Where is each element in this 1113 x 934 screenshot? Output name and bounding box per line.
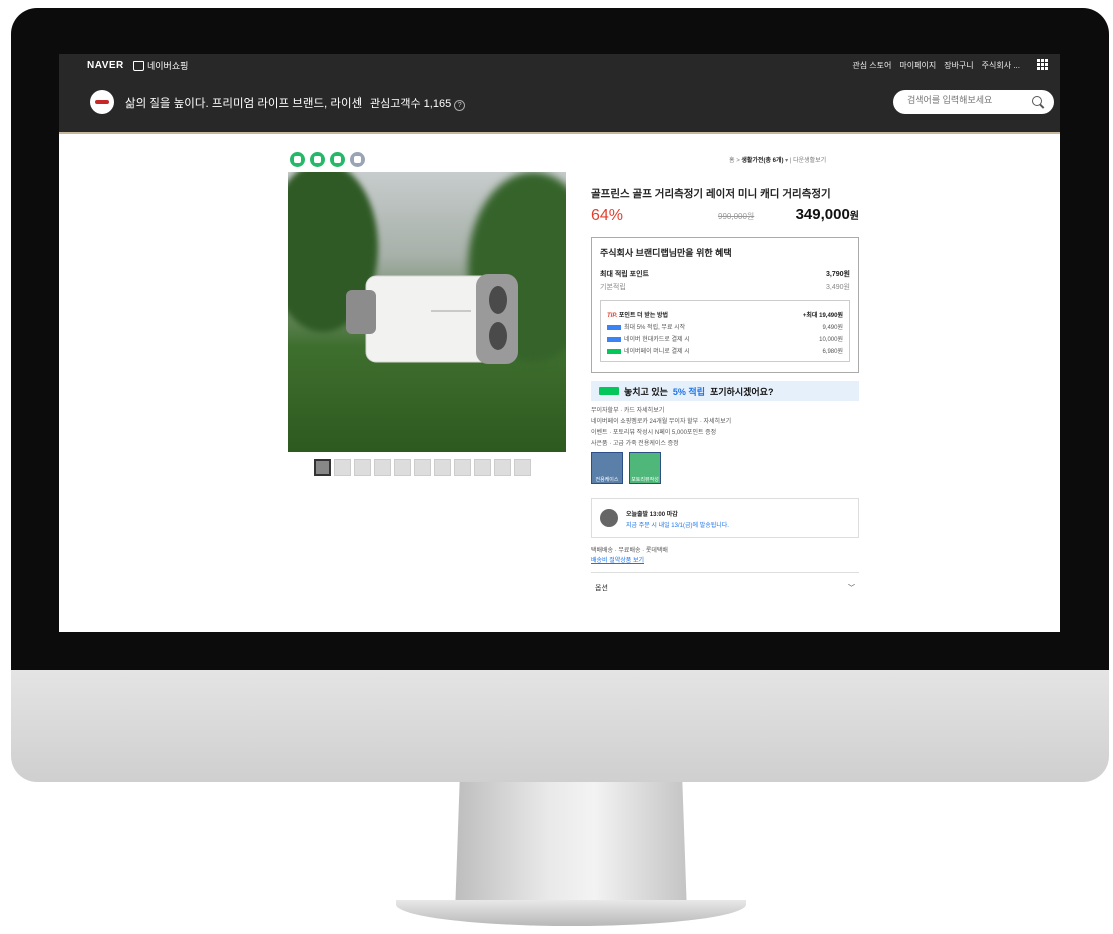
thumbnail[interactable]: [414, 459, 431, 476]
product-image[interactable]: [288, 172, 566, 452]
tip-item-label[interactable]: 네이버 현대카드로 결제 시: [624, 337, 690, 343]
product-title: 골프린스 골프 거리측정기 레이저 미니 캐디 거리측정기: [591, 188, 831, 200]
fans-count: 관심고객수 1,165?: [370, 95, 466, 111]
base-points-value: 3,490원: [826, 284, 850, 291]
tip-item-value: 10,000원: [819, 337, 843, 343]
thumbnail[interactable]: [334, 459, 351, 476]
gnb-cart[interactable]: 장바구니: [944, 60, 973, 71]
breadcrumb: 홈 > 생활가전(총 6개) ▾ | 다운생활보기: [729, 158, 827, 164]
thumbnail-strip: [314, 459, 531, 476]
divider: [359, 96, 360, 108]
breadcrumb-home[interactable]: 홈: [729, 158, 735, 164]
banner-text-end: 포기하시겠어요?: [709, 386, 774, 397]
thumbnail[interactable]: [474, 459, 491, 476]
npay-installment-info[interactable]: 네이버페이 쇼핑멤로카 24개월 무이자 할부 · 자세히보기: [591, 417, 859, 428]
store-search[interactable]: [893, 90, 1054, 114]
monitor-foot: [396, 900, 746, 926]
sale-price: 349,000원: [795, 206, 859, 223]
thumbnail[interactable]: [494, 459, 511, 476]
gift-review-thumb[interactable]: 포토리뷰작성: [629, 452, 661, 484]
gift-case-thumb[interactable]: 전용케이스: [591, 452, 623, 484]
gnb-account[interactable]: 주식회사 ...: [982, 60, 1020, 71]
tip-item-value: 9,490원: [822, 325, 843, 331]
rangefinder-image: [346, 274, 518, 364]
banner-highlight: 5% 적립: [672, 386, 705, 397]
truck-icon: [600, 509, 618, 527]
gnb-favorite-stores[interactable]: 관심 스토어: [852, 60, 891, 71]
shipping-sub: 지금 주문 시 내일 13/1(금)에 발송됩니다.: [626, 523, 729, 529]
naver-shopping-label: 네이버쇼핑: [147, 61, 189, 71]
monitor-chin: [11, 670, 1109, 782]
thumbnail[interactable]: [314, 459, 331, 476]
thumbnail[interactable]: [394, 459, 411, 476]
blog-icon[interactable]: [330, 152, 345, 167]
money-badge-icon: [607, 348, 621, 354]
delivery-info: 택배배송 · 무료배송 · 롯데택배 배송비 절약상품 보기: [591, 546, 859, 566]
max-points-value: 3,790원: [826, 271, 850, 278]
option-label: 옵션: [595, 585, 608, 592]
header-divider: [59, 132, 1060, 134]
product-info: 골프린스 골프 거리측정기 레이저 미니 캐디 거리측정기 64% 990,00…: [591, 172, 859, 603]
store-slogan: 삶의 질을 높이다. 프리미엄 라이프 브랜드, 라이센: [125, 98, 363, 110]
breadcrumb-category[interactable]: 생활가전(총 6개): [741, 158, 783, 164]
thumbnail[interactable]: [514, 459, 531, 476]
apps-grid-icon[interactable]: [1037, 59, 1048, 70]
global-nav: 관심 스토어 마이페이지 장바구니 주식회사 ...: [852, 60, 1020, 71]
search-icon[interactable]: [1032, 96, 1042, 106]
original-price: 990,000원: [718, 212, 755, 221]
more-icon[interactable]: [350, 152, 365, 167]
shipping-saving-link[interactable]: 배송비 절약상품 보기: [591, 558, 644, 564]
event-info: 이벤트 · 포토리뷰 작성시 N페이 5,000포인트 증정: [591, 430, 717, 436]
banner-text: 놓치고 있는: [624, 386, 668, 397]
tip-item-label[interactable]: 네이버페이 머니로 결제 시: [624, 349, 690, 355]
installment-info[interactable]: 무이자할부 · 카드 자세히보기: [591, 406, 859, 417]
delivery-method: 택배배송 · 무료배송 · 롯데택배: [591, 548, 668, 554]
band-icon[interactable]: [310, 152, 325, 167]
tip-badge: TIP.: [607, 313, 618, 319]
naver-logo[interactable]: NAVER: [87, 60, 124, 71]
browser-screen: NAVER 네이버쇼핑 관심 스토어 마이페이지 장바구니 주식회사 ... 삶…: [59, 54, 1060, 632]
store-header: NAVER 네이버쇼핑 관심 스토어 마이페이지 장바구니 주식회사 ... 삶…: [59, 54, 1060, 132]
thumbnail[interactable]: [354, 459, 371, 476]
shipping-title: 오늘출발 13:00 마감: [626, 512, 678, 518]
gift-info: 사은품 · 고급 가죽 전용케이스 증정: [591, 441, 679, 447]
share-icons: [290, 152, 365, 167]
search-input[interactable]: [907, 95, 1017, 105]
base-points-label: 기본적립: [600, 284, 626, 291]
gift-thumbnails: 전용케이스 포토리뷰작성: [591, 452, 859, 484]
gnb-mypage[interactable]: 마이페이지: [899, 60, 936, 71]
chevron-down-icon: ﹀: [848, 585, 855, 592]
price-row: 64% 990,000원 349,000원: [591, 205, 859, 231]
card-badge-icon: [607, 336, 621, 342]
option-select[interactable]: 옵션 ﹀: [591, 572, 859, 603]
benefit-title: 주식회사 브랜디랩님만을 위한 혜택: [600, 248, 732, 258]
thumbnail[interactable]: [454, 459, 471, 476]
help-icon[interactable]: ?: [454, 100, 466, 111]
npay-badge-icon: [607, 324, 621, 330]
monitor-stand: [455, 782, 687, 914]
shipping-box: 오늘출발 13:00 마감 지금 주문 시 내일 13/1(금)에 발송됩니다.: [591, 498, 859, 538]
tip-box: TIP. 포인트 더 받는 방법 +최대 19,490원 최대 5% 적립, 무…: [600, 300, 850, 362]
npay-logo-icon: [599, 387, 619, 395]
thumbnail[interactable]: [374, 459, 391, 476]
max-points-label: 최대 적립 포인트: [600, 271, 649, 278]
shopping-bag-icon: [133, 60, 144, 71]
store-logo[interactable]: [90, 90, 114, 114]
discount-rate: 64%: [591, 207, 624, 224]
tip-value: +최대 19,490원: [802, 313, 843, 319]
tip-item-value: 6,980원: [822, 349, 843, 355]
thumbnail[interactable]: [434, 459, 451, 476]
point-banner[interactable]: 놓치고 있는 5% 적립 포기하시겠어요?: [591, 381, 859, 401]
tip-item-label[interactable]: 최대 5% 적립, 무료 시작: [624, 325, 685, 331]
extra-info: 무이자할부 · 카드 자세히보기 네이버페이 쇼핑멤로카 24개월 무이자 할부…: [591, 406, 859, 450]
breadcrumb-more[interactable]: 다운생활보기: [793, 158, 826, 164]
tip-label: 포인트 더 받는 방법: [618, 313, 669, 319]
talk-icon[interactable]: [290, 152, 305, 167]
naver-shopping-link[interactable]: 네이버쇼핑: [133, 59, 188, 72]
benefit-box: 주식회사 브랜디랩님만을 위한 혜택 최대 적립 포인트 3,790원 기본적립…: [591, 237, 859, 373]
